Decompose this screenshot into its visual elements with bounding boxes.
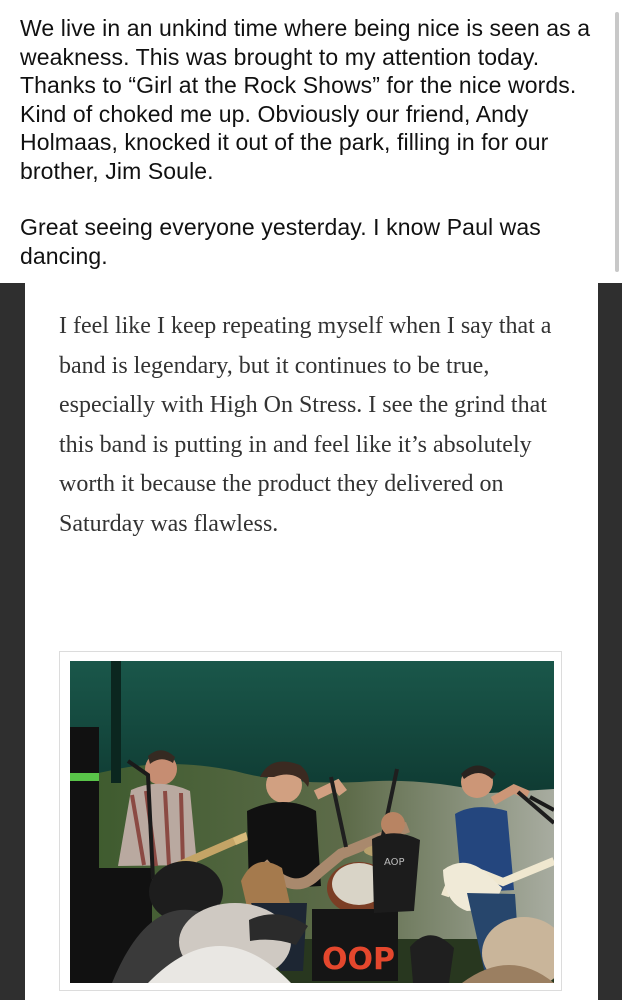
- band-performance-photo-icon: OOP AOP: [70, 661, 554, 983]
- article-photo-frame[interactable]: OOP AOP: [59, 651, 562, 991]
- post-paragraph: We live in an unkind time where being ni…: [20, 15, 591, 184]
- drum-logo: OOP: [322, 942, 395, 977]
- post-body: We live in an unkind time where being ni…: [20, 14, 612, 270]
- svg-text:AOP: AOP: [384, 857, 405, 868]
- band-photo[interactable]: OOP AOP: [70, 661, 554, 983]
- shared-article-card[interactable]: I feel like I keep repeating myself when…: [25, 283, 598, 1000]
- tent-pole: [111, 661, 121, 783]
- scrollbar[interactable]: [615, 12, 619, 272]
- speaker-light: [70, 773, 99, 781]
- speaker-stack: [70, 727, 99, 872]
- article-quote: I feel like I keep repeating myself when…: [59, 313, 552, 537]
- post-paragraph: Great seeing everyone yesterday. I know …: [20, 214, 541, 269]
